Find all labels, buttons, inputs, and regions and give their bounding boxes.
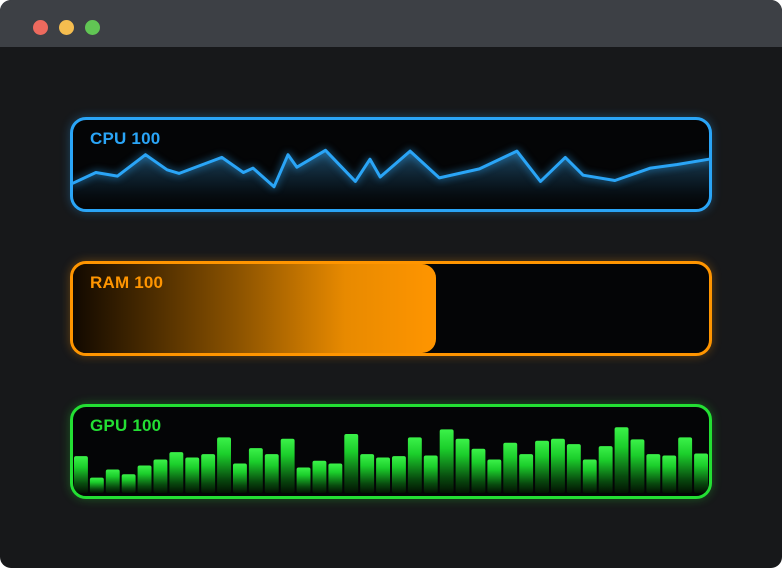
cpu-line-chart [73,148,709,209]
window-content: CPU 100 RAM 100 GPU 100 [0,117,782,499]
gpu-monitor-widget: GPU 100 [70,404,712,499]
gpu-chart-area [73,407,709,496]
cpu-monitor-widget: CPU 100 [70,117,712,212]
cpu-label: CPU 100 [90,129,161,148]
title-bar [0,0,782,47]
ram-label: RAM 100 [90,273,164,292]
minimize-button[interactable] [59,20,74,35]
close-button[interactable] [33,20,48,35]
app-window: CPU 100 RAM 100 GPU 100 [0,0,782,568]
ram-gauge-area [73,264,709,353]
ram-monitor-widget: RAM 100 [70,261,712,356]
zoom-button[interactable] [85,20,100,35]
gpu-bar-chart [74,427,708,494]
cpu-chart-area [73,120,709,209]
gpu-label: GPU 100 [90,416,162,435]
